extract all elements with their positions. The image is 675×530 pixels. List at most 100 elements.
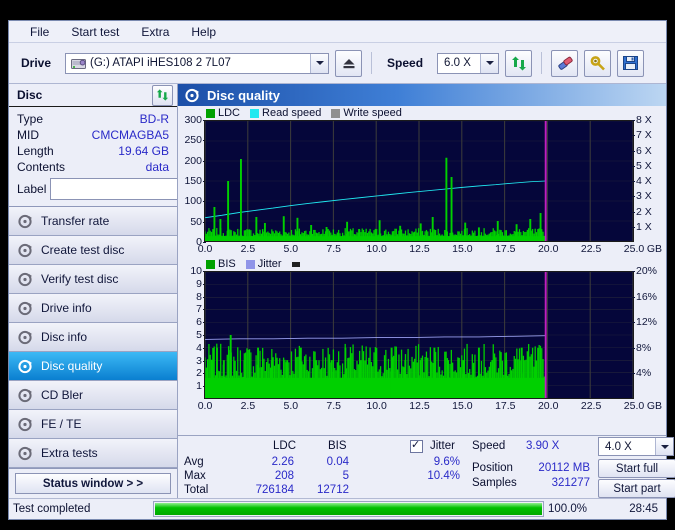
jitter-checkbox[interactable]: [410, 438, 423, 454]
chevron-down-icon[interactable]: [655, 438, 673, 455]
sidebar-item-drive-info[interactable]: Drive info: [9, 294, 177, 323]
sidebar-item-disc-info[interactable]: Disc info: [9, 323, 177, 352]
disc-test-icon: [18, 301, 33, 316]
menu-item-start-test[interactable]: Start test: [60, 23, 130, 41]
eject-button[interactable]: [335, 49, 363, 77]
x-tick-label: 25.0: [623, 243, 645, 255]
sidebar-item-label: Verify test disc: [41, 272, 119, 286]
sidebar-item-extra-tests[interactable]: Extra tests: [9, 439, 177, 468]
disc-panel-header: Disc: [9, 84, 177, 107]
sidebar-item-verify-test-disc[interactable]: Verify test disc: [9, 265, 177, 294]
refresh-button[interactable]: [505, 49, 533, 77]
disc-test-icon: [18, 417, 33, 432]
drive-value: (G:) ATAPI iHES108 2 7L07: [90, 57, 231, 69]
x-tick-label: 17.5: [495, 400, 516, 412]
start-part-button[interactable]: Start part: [598, 479, 675, 498]
x-tick-label: 20.0: [537, 400, 559, 412]
x-tick-label: 15.0: [452, 243, 473, 255]
x-tick-label: 12.5: [409, 243, 430, 255]
disc-test-icon: [18, 388, 33, 403]
disc-test-icon: [18, 272, 33, 287]
y-tick-label: 3: [196, 354, 206, 367]
eject-icon: [343, 58, 355, 68]
y-tick-label: 2: [196, 367, 206, 380]
disc-panel-title: Disc: [17, 88, 43, 102]
x-axis-unit: GB: [646, 400, 662, 412]
y-tick-label: 4: [196, 341, 206, 354]
disc-info-row-contents: Contents data: [17, 159, 169, 175]
menu-item-extra[interactable]: Extra: [130, 23, 180, 41]
stats-bis-total: 12712: [317, 484, 349, 496]
legend-item-bis: BIS: [206, 258, 236, 270]
legend-label: LDC: [218, 107, 241, 119]
ldc-chart-legend: LDC Read speed Write speed: [180, 106, 664, 120]
y-tick-label: 250: [184, 134, 206, 147]
disc-test-icon: [18, 330, 33, 345]
menu-item-file[interactable]: File: [19, 23, 60, 41]
menu-item-help[interactable]: Help: [180, 23, 227, 41]
sidebar-spacer: [9, 468, 177, 469]
settings-button[interactable]: [584, 49, 612, 77]
bis-plot-svg: [204, 271, 634, 398]
chevron-down-icon[interactable]: [310, 53, 329, 73]
sidebar-item-cd-bler[interactable]: CD Bler: [9, 381, 177, 410]
y-tick-label: 7: [196, 303, 206, 316]
speed-select[interactable]: 6.0 X: [437, 52, 500, 74]
drive-select[interactable]: (G:) ATAPI iHES108 2 7L07: [65, 52, 330, 74]
sidebar-item-transfer-rate[interactable]: Transfer rate: [9, 207, 177, 236]
stats-header-jitter: Jitter: [430, 440, 455, 452]
y2-tick-label: 12%: [631, 316, 658, 329]
result-speed-label: Speed: [472, 440, 506, 452]
legend-item-jitter: Jitter: [245, 258, 282, 270]
test-speed-select[interactable]: 4.0 X: [598, 437, 674, 456]
sidebar-item-fe-te[interactable]: FE / TE: [9, 410, 177, 439]
stats-jitter-max: 10.4%: [427, 470, 460, 482]
y2-tick-label: 7 X: [632, 129, 652, 142]
legend-label: Read speed: [262, 107, 322, 119]
legend-swatch: [250, 108, 260, 118]
disc-refresh-button[interactable]: [152, 84, 173, 106]
x-tick-label: 22.5: [580, 243, 602, 255]
ldc-plot-row: 0 50 100 150 200 250 300 1 X2 X3 X4 X5 X6 X7 X…: [180, 114, 664, 248]
disc-test-icon: [18, 359, 33, 374]
x-axis-unit: GB: [646, 243, 662, 255]
bis-y2-axis: 4% 8% 12% 16% 20%: [631, 265, 664, 399]
disc-info-value: 19.64 GB: [118, 144, 169, 158]
save-button[interactable]: [617, 49, 645, 77]
y2-tick-label: 5 X: [632, 159, 652, 172]
legend-item-write-speed: Write speed: [331, 107, 402, 119]
x-tick-label: 17.5: [495, 243, 516, 255]
status-window-button[interactable]: Status window > >: [15, 473, 171, 494]
stats-ldc-max: 208: [274, 470, 294, 482]
disc-info-key: Length: [17, 144, 54, 158]
result-position-value: 20112 MB: [538, 462, 590, 474]
result-samples-value: 321277: [551, 477, 590, 489]
start-full-button[interactable]: Start full: [598, 459, 675, 478]
y-tick-label: 10: [190, 265, 206, 277]
sidebar-item-label: CD Bler: [41, 388, 84, 402]
y-tick-label: 5: [196, 329, 206, 341]
legend-swatch-extra: [291, 261, 300, 267]
erase-button[interactable]: [551, 49, 579, 77]
stats-header-ldc: LDC: [273, 440, 297, 452]
nav-list: Transfer rate Create test disc Verify te…: [9, 206, 177, 468]
stats-bis-max: 5: [342, 470, 349, 482]
y2-tick-label: 2 X: [632, 205, 652, 218]
drive-label: Drive: [21, 56, 52, 70]
refresh-icon: [156, 89, 169, 101]
charts-area: LDC Read speed Write speed 0 50 100 150 200 2…: [178, 106, 666, 435]
save-icon: [623, 56, 639, 70]
sidebar-item-label: Transfer rate: [41, 214, 110, 228]
sidebar-item-disc-quality[interactable]: Disc quality: [9, 352, 177, 381]
x-tick-label: 0.0: [197, 243, 213, 255]
sidebar-item-create-test-disc[interactable]: Create test disc: [9, 236, 177, 265]
stats-jitter-avg: 9.6%: [433, 456, 460, 468]
stats-ldc-total: 726184: [255, 484, 294, 496]
legend-label: Write speed: [343, 107, 402, 119]
disc-test-icon: [18, 446, 33, 461]
chevron-down-icon[interactable]: [480, 53, 499, 73]
y-tick-label: 1: [196, 380, 206, 393]
x-tick-label: 20.0: [537, 243, 559, 255]
ldc-y2-axis: 1 X 2 X 3 X 4 X 5 X 6 X 7 X 8 X: [632, 114, 664, 242]
disc-info-value: BD-R: [139, 112, 169, 126]
